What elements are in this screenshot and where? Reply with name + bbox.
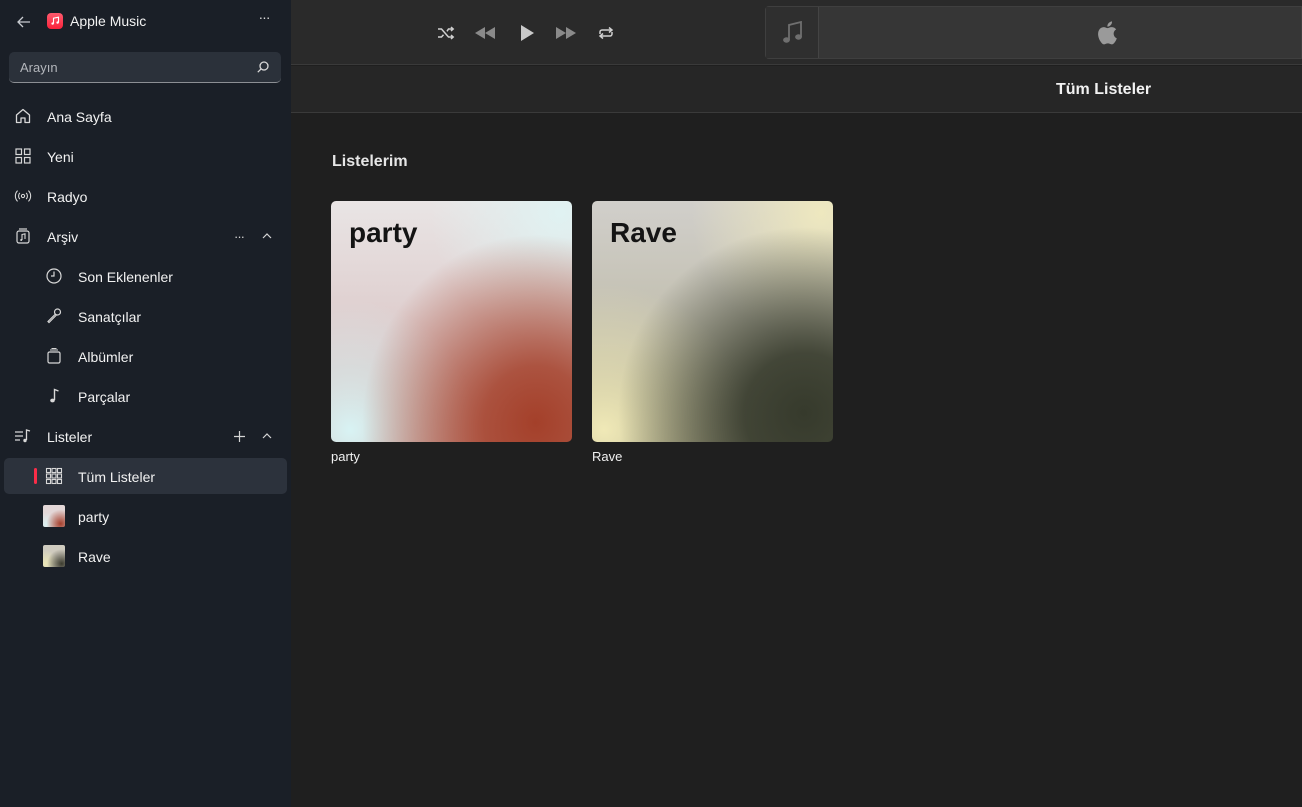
library-icon xyxy=(14,227,32,245)
artwork-title: party xyxy=(349,217,418,248)
title-bar: Apple Music ··· xyxy=(0,0,291,44)
back-arrow-icon xyxy=(17,16,30,28)
repeat-icon xyxy=(598,26,614,40)
playlist-thumbnail xyxy=(43,505,65,527)
now-playing-display xyxy=(765,6,1302,59)
ellipsis-icon: ··· xyxy=(234,228,245,244)
radio-icon xyxy=(14,187,32,205)
apple-logo-icon xyxy=(1098,21,1117,45)
active-indicator xyxy=(34,468,37,484)
playlist-icon xyxy=(14,427,32,445)
sidebar-item-label: party xyxy=(78,509,110,525)
search-input[interactable] xyxy=(9,52,249,82)
section-title: Listelerim xyxy=(332,153,408,170)
music-note-icon xyxy=(783,20,802,43)
back-button[interactable] xyxy=(14,12,34,32)
playlist-artwork[interactable]: party xyxy=(331,201,572,442)
play-button[interactable] xyxy=(515,22,539,44)
sidebar-item-radio[interactable]: Radyo xyxy=(4,178,287,214)
app-window: Apple Music ··· Ana Sayfa Yeni xyxy=(0,0,1302,807)
playlist-artwork[interactable]: Rave xyxy=(592,201,833,442)
chevron-up-icon xyxy=(262,433,272,439)
sidebar-section-library[interactable]: Arşiv ··· xyxy=(4,218,287,254)
ellipsis-icon: ··· xyxy=(258,9,271,25)
sidebar-item-songs[interactable]: Parçalar xyxy=(4,378,287,414)
previous-button[interactable] xyxy=(472,22,498,44)
playlists-collapse-button[interactable] xyxy=(258,427,276,445)
rewind-icon xyxy=(475,27,495,39)
app-title: Apple Music xyxy=(70,13,147,29)
playlist-card-label[interactable]: party xyxy=(331,449,360,464)
library-more-button[interactable]: ··· xyxy=(230,227,248,245)
sidebar-item-label: Sanatçılar xyxy=(78,309,142,325)
repeat-button[interactable] xyxy=(594,22,618,44)
grid-icon xyxy=(14,147,32,165)
sidebar-item-playlist-rave[interactable]: Rave xyxy=(4,538,287,574)
playlist-thumbnail xyxy=(43,545,65,567)
playlist-card-label[interactable]: Rave xyxy=(592,449,622,464)
search-box xyxy=(9,52,281,83)
chevron-up-icon xyxy=(262,233,272,239)
sidebar-section-playlists[interactable]: Listeler xyxy=(4,418,287,454)
now-playing-artwork xyxy=(766,7,819,58)
plus-icon xyxy=(233,430,245,442)
album-stack-icon xyxy=(45,347,63,365)
artwork-title: Rave xyxy=(610,217,677,248)
grid-9-icon xyxy=(45,467,63,485)
music-note-icon xyxy=(45,387,63,405)
microphone-icon xyxy=(45,307,63,325)
sidebar-item-label: Radyo xyxy=(47,189,88,205)
sidebar-item-new[interactable]: Yeni xyxy=(4,138,287,174)
more-options-button[interactable]: ··· xyxy=(254,10,274,30)
sidebar-section-label: Arşiv xyxy=(47,229,79,245)
shuffle-button[interactable] xyxy=(434,22,458,44)
sidebar-item-label: Albümler xyxy=(78,349,134,365)
shuffle-icon xyxy=(438,26,455,40)
sidebar-item-label: Parçalar xyxy=(78,389,131,405)
playlist-card-rave[interactable]: Rave Rave xyxy=(592,201,833,471)
sidebar-item-label: Ana Sayfa xyxy=(47,109,112,125)
sidebar-item-recently-added[interactable]: Son Eklenenler xyxy=(4,258,287,294)
home-icon xyxy=(14,107,32,125)
playlist-card-party[interactable]: party party xyxy=(331,201,572,471)
sidebar-item-label: Rave xyxy=(78,549,111,565)
new-playlist-button[interactable] xyxy=(230,427,248,445)
search-icon[interactable] xyxy=(256,60,270,74)
sidebar-item-all-playlists[interactable]: Tüm Listeler xyxy=(4,458,287,494)
sidebar-item-playlist-party[interactable]: party xyxy=(4,498,287,534)
sidebar-item-label: Yeni xyxy=(47,149,74,165)
sidebar-item-artists[interactable]: Sanatçılar xyxy=(4,298,287,334)
fast-forward-icon xyxy=(556,27,576,39)
sidebar-item-albums[interactable]: Albümler xyxy=(4,338,287,374)
clock-icon xyxy=(45,267,63,285)
apple-music-logo-icon xyxy=(47,13,63,29)
sidebar-section-label: Listeler xyxy=(47,429,93,445)
sidebar: Apple Music ··· Ana Sayfa Yeni xyxy=(0,0,291,807)
play-icon xyxy=(521,25,534,41)
sidebar-item-label: Tüm Listeler xyxy=(78,469,156,485)
content-header: Tüm Listeler xyxy=(291,66,1302,113)
page-title: Tüm Listeler xyxy=(1056,81,1152,98)
player-bar xyxy=(291,0,1302,65)
next-button[interactable] xyxy=(553,22,579,44)
main-content: Listelerim party party Rave Rave xyxy=(291,113,1302,807)
sidebar-item-label: Son Eklenenler xyxy=(78,269,173,285)
sidebar-item-home[interactable]: Ana Sayfa xyxy=(4,98,287,134)
library-collapse-button[interactable] xyxy=(258,227,276,245)
